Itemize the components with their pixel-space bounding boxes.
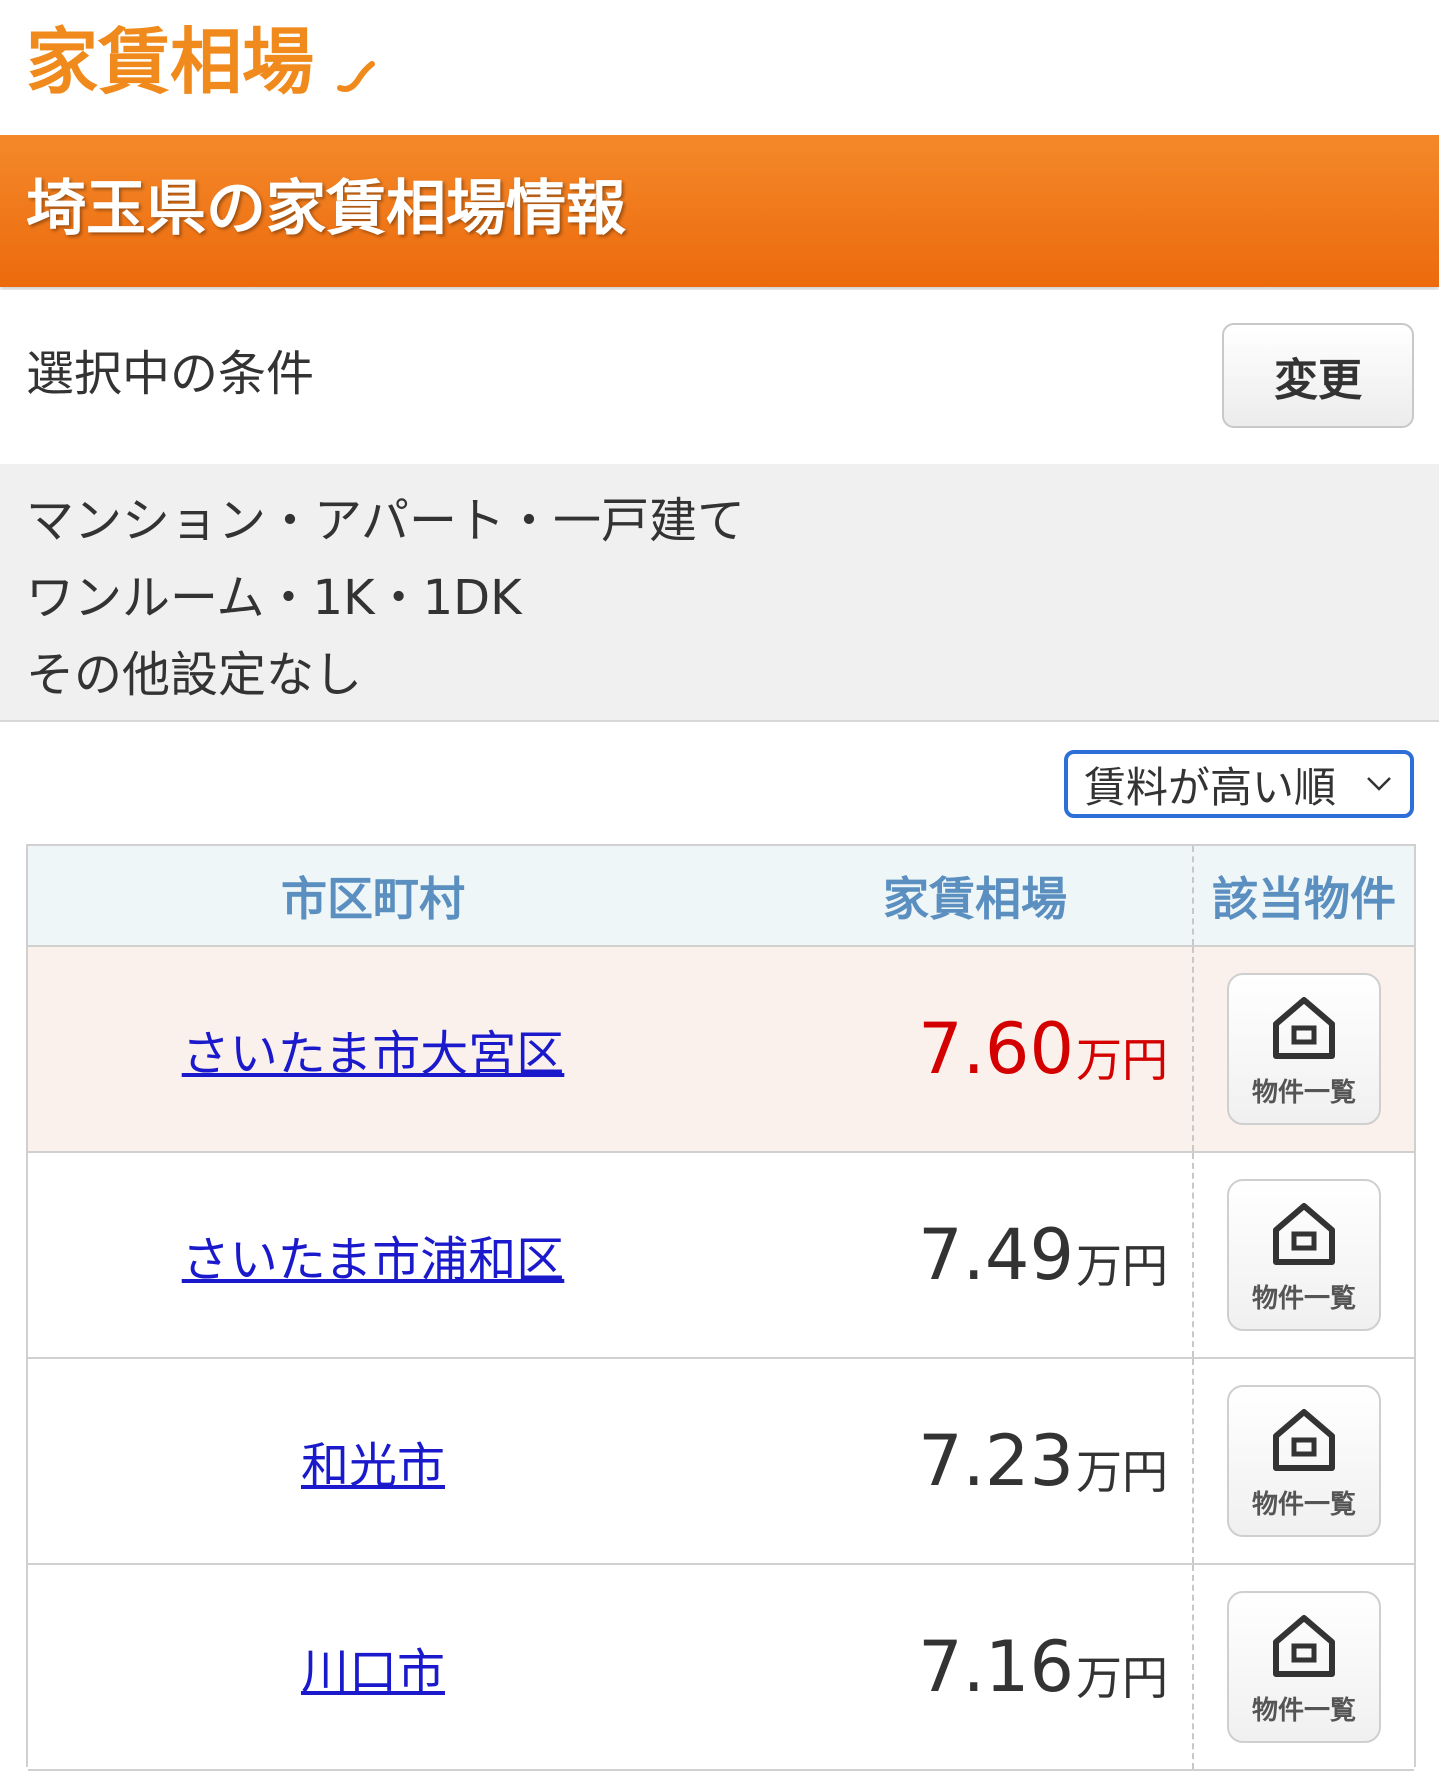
property-list-label: 物件一覧 — [1251, 1489, 1356, 1520]
site-logo[interactable]: 家賃相場 — [26, 12, 314, 112]
city-link[interactable]: さいたま市大宮区 — [182, 1014, 565, 1084]
rent-unit: 万円 — [1076, 1239, 1168, 1293]
property-list-button[interactable]: 物件一覧 — [1227, 1179, 1381, 1331]
chevron-down-icon — [1367, 777, 1391, 791]
conditions-title: 選択中の条件 — [26, 346, 315, 402]
property-list-label: 物件一覧 — [1251, 1695, 1356, 1726]
property-list-label: 物件一覧 — [1251, 1077, 1356, 1108]
header-properties: 該当物件 — [1192, 846, 1414, 945]
properties-cell: 物件一覧 — [1192, 947, 1414, 1151]
property-list-button[interactable]: 物件一覧 — [1227, 1385, 1381, 1537]
house-icon — [1273, 996, 1335, 1059]
rent-value: 7.23 — [918, 1420, 1074, 1502]
header-city: 市区町村 — [281, 871, 465, 926]
property-list-button[interactable]: 物件一覧 — [1227, 973, 1381, 1125]
header-rent: 家賃相場 — [883, 871, 1067, 926]
city-cell: さいたま市大宮区 — [28, 947, 718, 1151]
sort-select[interactable]: 賃料が高い順 — [1064, 750, 1414, 818]
site-header: 家賃相場 — [0, 0, 1439, 135]
table-row: さいたま市大宮区 7.60 万円 物件一覧 — [28, 947, 1414, 1153]
rent-table: 市区町村 家賃相場 該当物件 さいたま市大宮区 7.60 万円 物件一覧 さいたま… — [26, 844, 1416, 1771]
sort-selected-value: 賃料が高い順 — [1084, 762, 1337, 812]
sort-control: 賃料が高い順 — [1064, 750, 1414, 818]
house-icon — [1273, 1202, 1335, 1265]
change-conditions-button[interactable]: 変更 — [1222, 323, 1414, 428]
city-cell: さいたま市浦和区 — [28, 1153, 718, 1357]
city-link[interactable]: 川口市 — [301, 1632, 445, 1702]
house-icon — [1273, 1614, 1335, 1677]
rent-value: 7.16 — [918, 1626, 1074, 1708]
condition-line: マンション・アパート・一戸建て — [26, 493, 746, 549]
rent-cell: 7.23 万円 — [718, 1359, 1192, 1563]
city-link[interactable]: さいたま市浦和区 — [182, 1220, 565, 1290]
property-list-label: 物件一覧 — [1251, 1283, 1356, 1314]
city-cell: 川口市 — [28, 1565, 718, 1769]
logo-swoosh-icon — [337, 61, 375, 92]
rent-value: 7.49 — [918, 1214, 1074, 1296]
rent-unit: 万円 — [1076, 1033, 1168, 1087]
table-row: 和光市 7.23 万円 物件一覧 — [28, 1359, 1414, 1565]
city-link[interactable]: 和光市 — [301, 1426, 445, 1496]
conditions-list: マンション・アパート・一戸建て ワンルーム・1K・1DK その他設定なし — [0, 464, 1439, 722]
table-header: 市区町村 家賃相場 該当物件 — [28, 846, 1414, 947]
page-banner: 埼玉県の家賃相場情報 — [0, 135, 1439, 287]
rent-unit: 万円 — [1076, 1445, 1168, 1499]
table-row: 川口市 7.16 万円 物件一覧 — [28, 1565, 1414, 1771]
rent-cell: 7.16 万円 — [718, 1565, 1192, 1769]
city-cell: 和光市 — [28, 1359, 718, 1563]
table-row: さいたま市浦和区 7.49 万円 物件一覧 — [28, 1153, 1414, 1359]
rent-cell: 7.60 万円 — [718, 947, 1192, 1151]
condition-line: ワンルーム・1K・1DK — [26, 570, 522, 626]
rent-unit: 万円 — [1076, 1651, 1168, 1705]
properties-cell: 物件一覧 — [1192, 1565, 1414, 1769]
conditions-header: 選択中の条件 変更 — [0, 290, 1439, 464]
rent-value: 7.60 — [918, 1008, 1074, 1090]
page-title: 埼玉県の家賃相場情報 — [26, 174, 626, 244]
properties-cell: 物件一覧 — [1192, 1153, 1414, 1357]
house-icon — [1273, 1408, 1335, 1471]
rent-cell: 7.49 万円 — [718, 1153, 1192, 1357]
condition-line: その他設定なし — [26, 647, 363, 703]
property-list-button[interactable]: 物件一覧 — [1227, 1591, 1381, 1743]
properties-cell: 物件一覧 — [1192, 1359, 1414, 1563]
